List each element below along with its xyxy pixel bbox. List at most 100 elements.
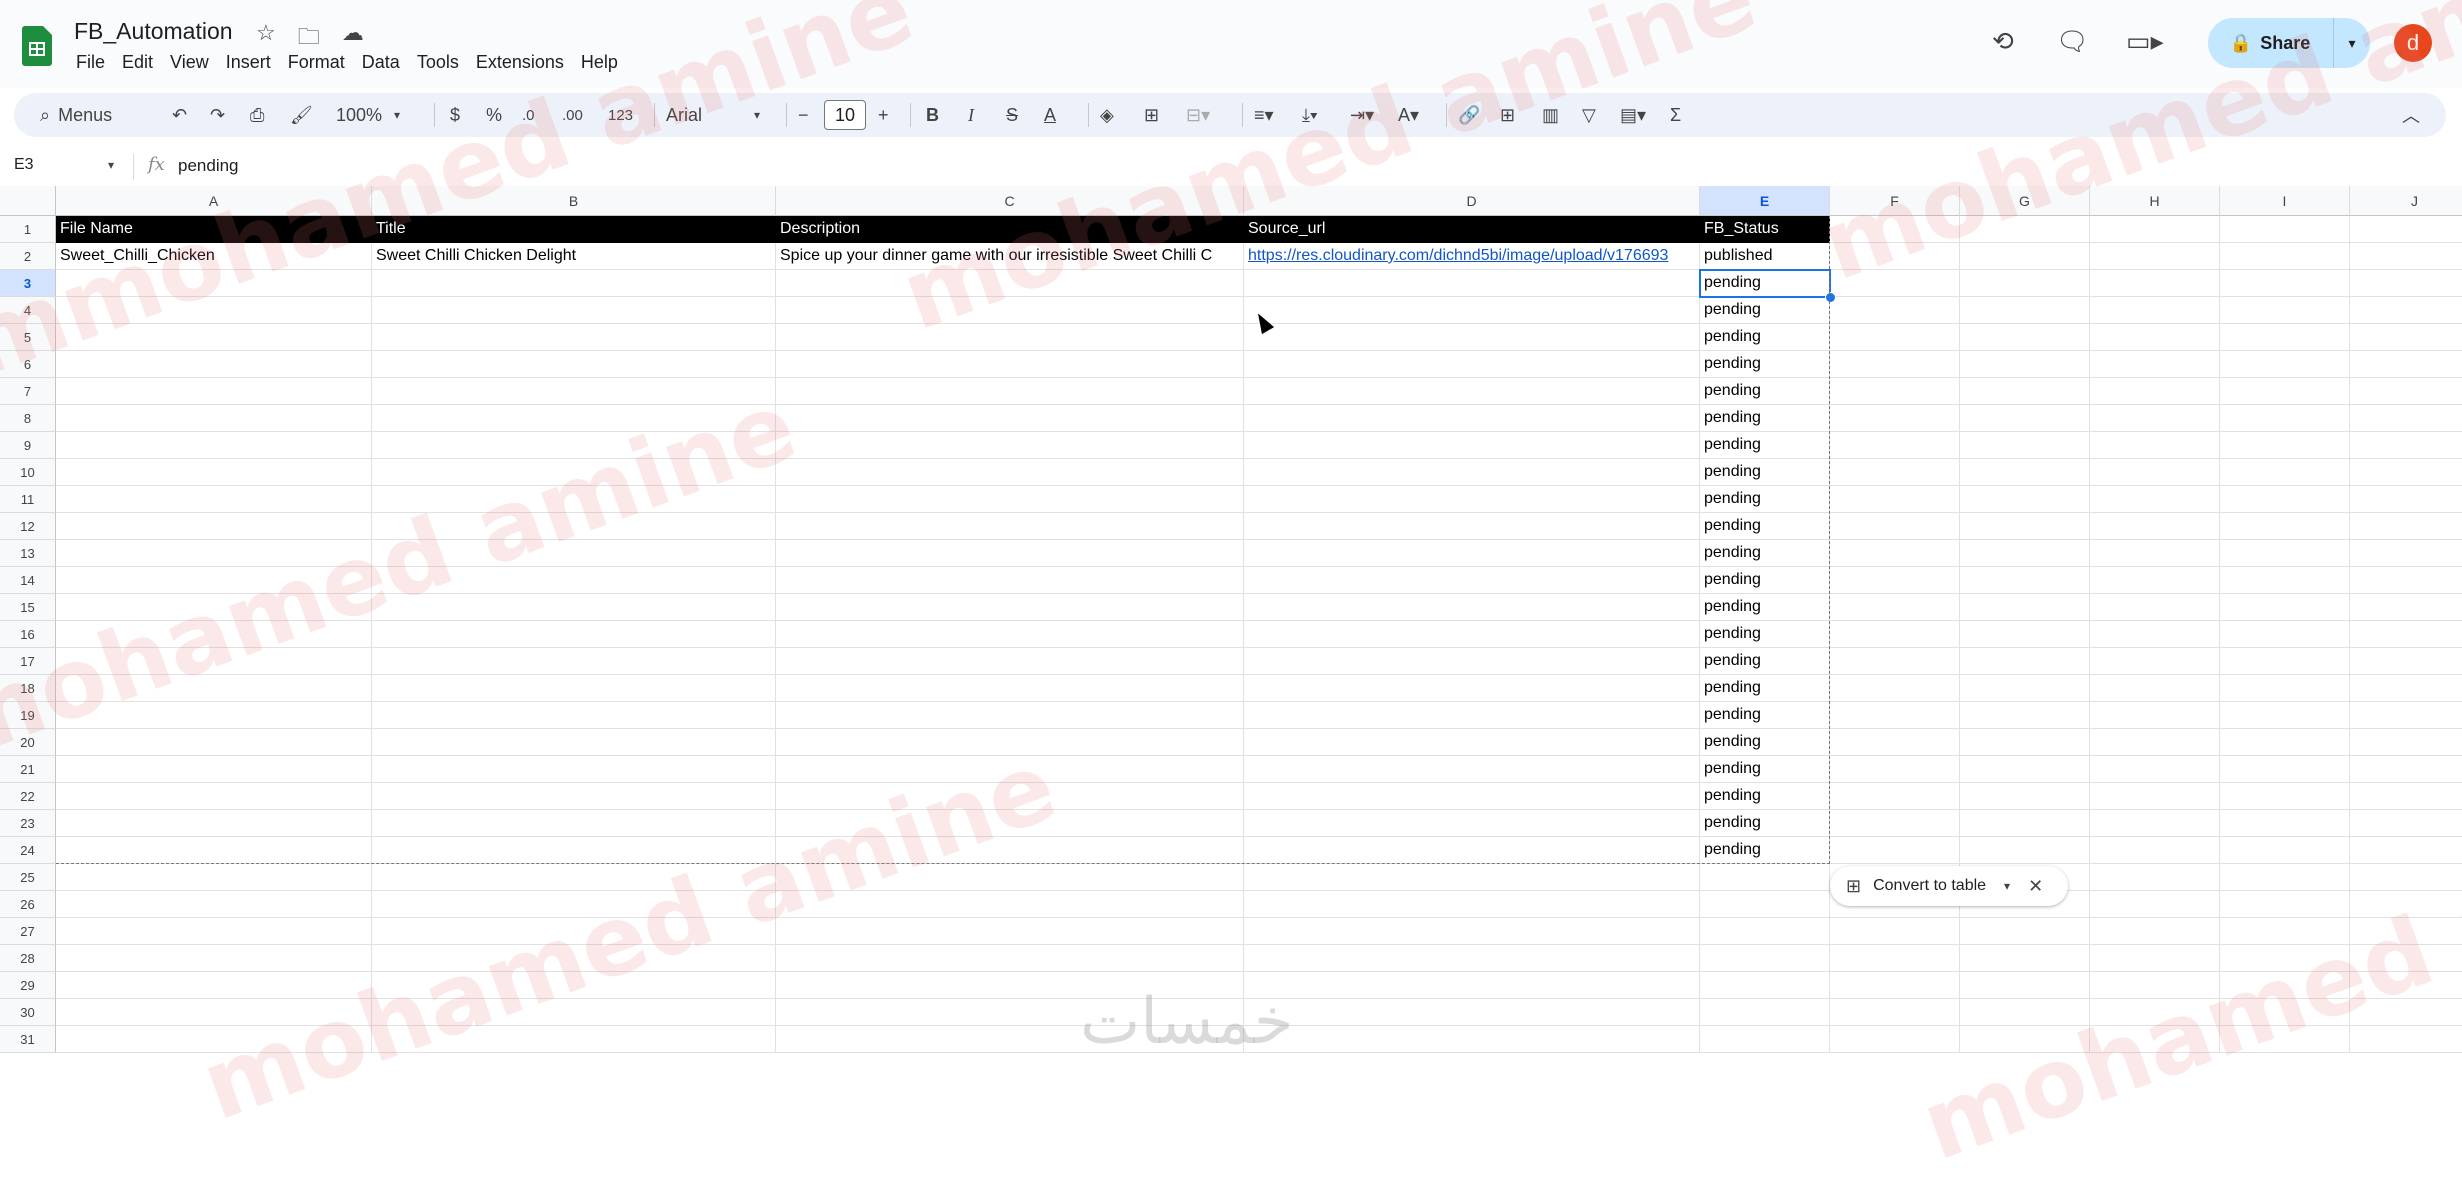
cell[interactable] [56,378,372,405]
cell[interactable] [372,729,776,756]
meet-camera-icon[interactable]: ▭▸ [2126,26,2164,57]
cell[interactable] [56,351,372,378]
cell[interactable] [56,675,372,702]
cell[interactable] [2090,945,2220,972]
convert-to-table-chip[interactable]: ⊞ Convert to table ▾ ✕ [1830,866,2068,906]
data-cell[interactable]: Sweet_Chilli_Chicken [56,243,372,270]
cell[interactable] [776,297,1244,324]
cell[interactable] [56,459,372,486]
status-cell[interactable]: pending [1700,270,1830,297]
cell[interactable] [1830,648,1960,675]
cell[interactable] [2350,675,2462,702]
menu-tools[interactable]: Tools [417,52,468,73]
cell[interactable] [1830,513,1960,540]
row-header[interactable]: 5 [0,324,56,351]
status-cell[interactable]: pending [1700,783,1830,810]
cell[interactable] [1960,783,2090,810]
cell[interactable] [1830,1026,1960,1053]
column-header-b[interactable]: B [372,186,776,216]
cell[interactable] [372,972,776,999]
cell[interactable] [1700,999,1830,1026]
cell[interactable] [776,891,1244,918]
cell[interactable] [1830,351,1960,378]
row-header[interactable]: 8 [0,405,56,432]
search-menus[interactable]: ⌕ Menus [40,93,112,137]
cell[interactable] [2220,432,2350,459]
cell[interactable] [1830,783,1960,810]
row-header[interactable]: 3 [0,270,56,297]
cell[interactable] [2350,891,2462,918]
cell[interactable] [372,999,776,1026]
cell[interactable] [2350,594,2462,621]
cell[interactable] [1700,918,1830,945]
cell[interactable] [1700,864,1830,891]
strikethrough-button[interactable]: S [1006,93,1018,137]
cell[interactable] [776,918,1244,945]
fill-handle[interactable] [1825,292,1836,303]
percent-format-button[interactable]: % [486,93,502,137]
cell[interactable] [2350,621,2462,648]
cell[interactable] [1830,324,1960,351]
insert-comment-icon[interactable]: ⊞ [1500,93,1515,137]
text-rotation-icon[interactable]: A▾ [1398,93,1419,137]
borders-icon[interactable]: ⊞ [1144,93,1159,137]
cell[interactable] [1244,945,1700,972]
row-header[interactable]: 16 [0,621,56,648]
cell[interactable] [2220,324,2350,351]
status-cell[interactable]: pending [1700,432,1830,459]
formula-input[interactable]: pending [178,156,239,176]
column-header-c[interactable]: C [776,186,1244,216]
cell[interactable] [1960,945,2090,972]
cell[interactable] [372,864,776,891]
currency-format-button[interactable]: $ [450,93,460,137]
cell[interactable] [1960,837,2090,864]
cell[interactable] [372,594,776,621]
cell[interactable] [2350,648,2462,675]
cell[interactable] [56,972,372,999]
status-cell[interactable]: pending [1700,702,1830,729]
cell[interactable] [1244,270,1700,297]
cell[interactable] [2090,297,2220,324]
cell[interactable] [2220,459,2350,486]
decrease-font-size-icon[interactable]: − [798,93,809,137]
cell[interactable] [2350,756,2462,783]
cell[interactable] [2350,837,2462,864]
cell[interactable] [776,594,1244,621]
menu-help[interactable]: Help [581,52,627,73]
cell[interactable] [2350,945,2462,972]
cell[interactable] [2220,864,2350,891]
cell[interactable] [1960,621,2090,648]
cell[interactable] [1244,486,1700,513]
cell[interactable] [2090,702,2220,729]
cell[interactable] [1960,675,2090,702]
menu-edit[interactable]: Edit [122,52,162,73]
row-header[interactable]: 9 [0,432,56,459]
cell[interactable] [1244,459,1700,486]
cell[interactable] [1960,351,2090,378]
cell[interactable] [372,459,776,486]
cell[interactable] [2350,243,2462,270]
row-header[interactable]: 28 [0,945,56,972]
cell[interactable] [776,783,1244,810]
cell[interactable] [1960,594,2090,621]
cell[interactable] [2220,783,2350,810]
cell[interactable] [372,702,776,729]
collapse-toolbar-icon[interactable]: ︿ [2402,93,2420,137]
header-cell[interactable]: Description [776,216,1244,243]
cell[interactable] [776,540,1244,567]
cell[interactable] [2090,432,2220,459]
cell[interactable] [1830,540,1960,567]
cell[interactable] [1830,432,1960,459]
cell[interactable] [2090,918,2220,945]
cell[interactable] [1960,756,2090,783]
header-cell[interactable]: FB_Status [1700,216,1830,243]
cell[interactable] [372,432,776,459]
status-cell[interactable]: pending [1700,567,1830,594]
cell[interactable] [1830,243,1960,270]
cell[interactable] [776,486,1244,513]
cell[interactable] [2220,648,2350,675]
cell[interactable] [1244,378,1700,405]
cell[interactable] [1960,216,2090,243]
data-cell[interactable]: published [1700,243,1830,270]
increase-font-size-icon[interactable]: + [878,93,889,137]
